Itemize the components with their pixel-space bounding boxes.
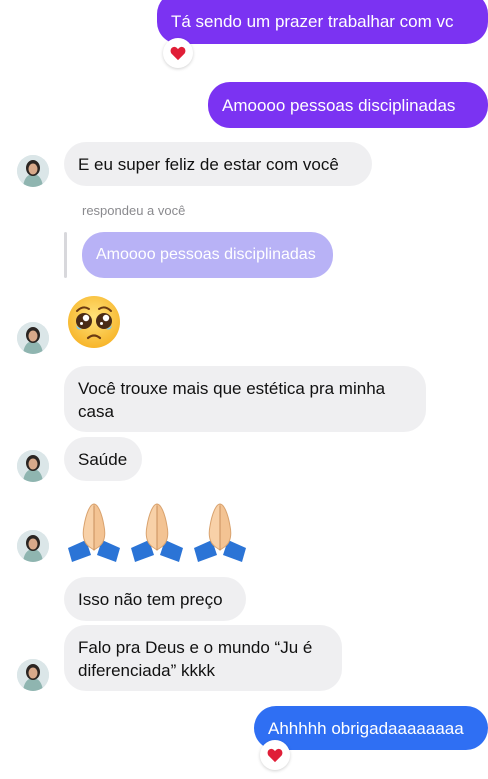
sent-message-bubble[interactable]: Tá sendo um prazer trabalhar com vc: [157, 0, 488, 44]
message-text: Isso não tem preço: [78, 589, 223, 609]
folded-hands-icon[interactable]: [190, 500, 250, 567]
heart-icon: [170, 46, 186, 60]
message-text: E eu super feliz de estar com você: [78, 154, 339, 174]
message-text: Ahhhhh obrigadaaaaaaaa: [268, 718, 464, 738]
contact-avatar[interactable]: [17, 659, 49, 691]
reply-label: respondeu a você: [82, 203, 186, 218]
sent-message-bubble[interactable]: Amoooo pessoas disciplinadas: [208, 82, 488, 128]
message-text: Tá sendo um prazer trabalhar com vc: [171, 11, 454, 31]
received-message-bubble[interactable]: Saúde: [64, 437, 142, 481]
message-text: Amoooo pessoas disciplinadas: [222, 95, 456, 115]
received-message-bubble[interactable]: E eu super feliz de estar com você: [64, 142, 372, 186]
contact-avatar[interactable]: [17, 450, 49, 482]
sent-message-bubble[interactable]: Ahhhhh obrigadaaaaaaaa: [254, 706, 488, 750]
folded-hands-icon[interactable]: [64, 500, 124, 567]
quoted-text: Amoooo pessoas disciplinadas: [96, 246, 316, 263]
folded-hands-icon[interactable]: [127, 500, 187, 567]
reply-indicator-bar: [64, 232, 67, 278]
received-message-bubble[interactable]: Falo pra Deus e o mundo “Ju é diferencia…: [64, 625, 342, 691]
reaction-badge[interactable]: [163, 38, 193, 68]
received-message-bubble[interactable]: Você trouxe mais que estética pra minha …: [64, 366, 426, 432]
heart-icon: [267, 748, 283, 762]
received-message-bubble[interactable]: Isso não tem preço: [64, 577, 246, 621]
message-text: Você trouxe mais que estética pra minha …: [78, 378, 386, 421]
contact-avatar[interactable]: [17, 530, 49, 562]
message-text: Falo pra Deus e o mundo “Ju é diferencia…: [78, 637, 313, 680]
reaction-badge[interactable]: [260, 740, 290, 770]
contact-avatar[interactable]: [17, 155, 49, 187]
quoted-message[interactable]: Amoooo pessoas disciplinadas: [82, 232, 333, 278]
contact-avatar[interactable]: [17, 322, 49, 354]
pleading-face-icon[interactable]: [66, 294, 122, 355]
message-text: Saúde: [78, 449, 128, 469]
